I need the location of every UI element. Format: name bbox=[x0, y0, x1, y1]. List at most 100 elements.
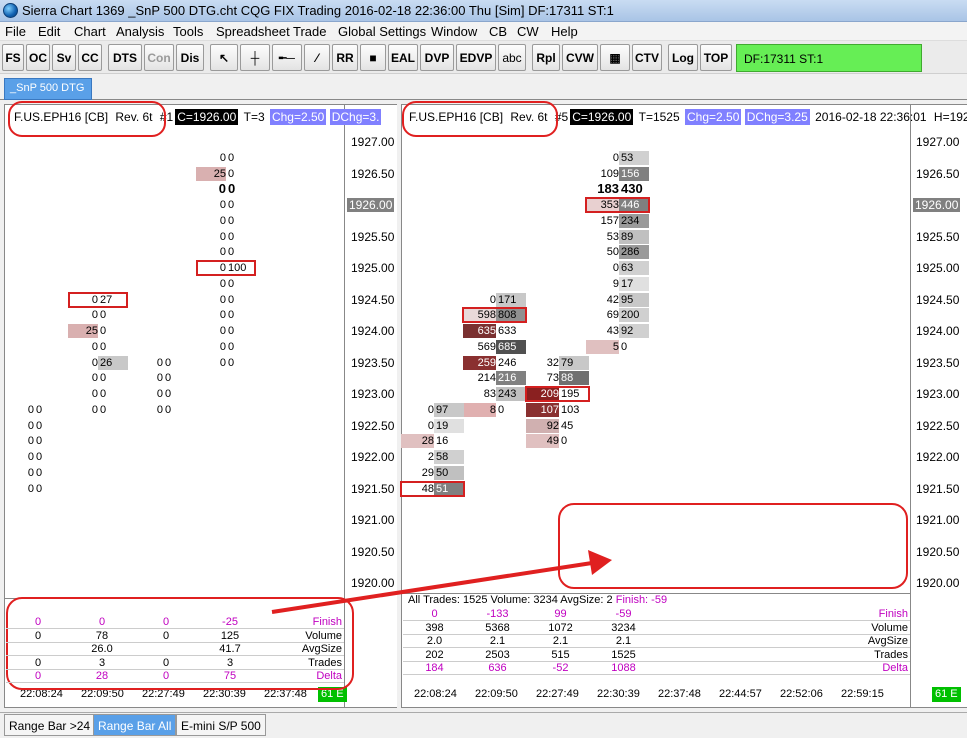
left-dchg: DChg=3. bbox=[329, 109, 382, 125]
bid-volume-cell: 0 bbox=[219, 309, 226, 322]
edvp-button[interactable]: EDVP bbox=[456, 44, 496, 71]
summary-value: 75 bbox=[223, 670, 237, 683]
ctv-button[interactable]: CTV bbox=[632, 44, 662, 71]
ask-volume-cell: 0 bbox=[36, 419, 43, 432]
menu-help[interactable]: Help bbox=[551, 24, 578, 39]
menu-file[interactable]: File bbox=[5, 24, 26, 39]
menu-global-settings[interactable]: Global Settings bbox=[338, 24, 426, 39]
menu-cb[interactable]: CB bbox=[489, 24, 507, 39]
ask-volume-cell: 0 bbox=[621, 340, 628, 353]
summary-value: 5368 bbox=[485, 621, 510, 634]
dis-button[interactable]: Dis bbox=[176, 44, 204, 71]
rr-button[interactable]: RR bbox=[332, 44, 358, 71]
ask-volume-cell: 0 bbox=[228, 277, 235, 290]
fs-button[interactable]: FS bbox=[2, 44, 24, 71]
price-tick-left: 1926.00 bbox=[347, 198, 395, 212]
tab-range-bar-24[interactable]: Range Bar >24 bbox=[4, 714, 96, 736]
left-trades: T=3 bbox=[243, 110, 265, 124]
connection-status: DF:17311 ST:1 bbox=[736, 44, 922, 72]
horizontal-line-tool-button[interactable]: ╾─ bbox=[272, 44, 302, 71]
sv-button[interactable]: Sv bbox=[52, 44, 76, 71]
price-tick-right: 1926.00 bbox=[913, 198, 961, 212]
oc-button[interactable]: OC bbox=[26, 44, 50, 71]
price-tick-left: 1925.50 bbox=[351, 229, 395, 244]
summary-row: 398 5368 1072 3234 Volume bbox=[403, 622, 910, 635]
ask-volume-cell: 0 bbox=[228, 356, 235, 369]
bid-volume-cell: 69 bbox=[606, 309, 619, 322]
price-tick-left: 1923.50 bbox=[351, 355, 395, 370]
ask-volume-cell: 0 bbox=[100, 309, 107, 322]
summary-value: 3 bbox=[98, 656, 106, 669]
menu-tools[interactable]: Tools bbox=[173, 24, 203, 39]
menu-analysis[interactable]: Analysis bbox=[116, 24, 164, 39]
summary-value: 2503 bbox=[485, 648, 510, 661]
bid-volume-cell: 157 bbox=[600, 214, 619, 227]
bid-volume-cell: 0 bbox=[91, 403, 98, 416]
con-button[interactable]: Con bbox=[144, 44, 174, 71]
time-label-right: 22:44:57 bbox=[719, 688, 762, 700]
line-tool-button[interactable]: ⁄ bbox=[304, 44, 330, 71]
bid-volume-cell: 0 bbox=[27, 419, 34, 432]
pointer-tool-button[interactable]: ↖ bbox=[210, 44, 238, 71]
ask-volume-cell: 0 bbox=[228, 199, 235, 211]
tab-range-bar-all[interactable]: Range Bar All bbox=[93, 714, 177, 736]
menu-trade[interactable]: Trade bbox=[293, 24, 326, 39]
ask-volume-cell: 286 bbox=[619, 245, 649, 260]
bid-volume-cell: 32 bbox=[546, 356, 559, 369]
ask-volume-cell: 0 bbox=[165, 403, 172, 416]
right-price-axis bbox=[911, 104, 967, 708]
ask-volume-cell: 0 bbox=[228, 293, 235, 306]
text-tool-button[interactable]: abc bbox=[498, 44, 526, 71]
volume-grid-button[interactable]: ▦ bbox=[600, 44, 630, 71]
price-tick-left: 1922.00 bbox=[351, 450, 395, 464]
ask-volume-cell: 0 bbox=[228, 309, 235, 322]
price-tick-right: 1924.00 bbox=[916, 324, 960, 338]
summary-value: -52 bbox=[552, 662, 569, 675]
eal-button[interactable]: EAL bbox=[388, 44, 418, 71]
time-label-right: 22:30:39 bbox=[597, 688, 640, 700]
menu-edit[interactable]: Edit bbox=[38, 24, 60, 39]
rectangle-tool-button[interactable]: ■ bbox=[360, 44, 386, 71]
ask-volume-cell: 0 bbox=[165, 388, 172, 400]
rpl-button[interactable]: Rpl bbox=[532, 44, 560, 71]
ask-volume-cell: 0 bbox=[100, 340, 107, 353]
tab-emini-sp500[interactable]: E-mini S/P 500 bbox=[176, 714, 266, 736]
menu-chart[interactable]: Chart bbox=[74, 24, 106, 39]
summary-value: 0 bbox=[34, 670, 42, 683]
log-button[interactable]: Log bbox=[668, 44, 698, 71]
menu-cw[interactable]: CW bbox=[517, 24, 539, 39]
summary-value: 0 bbox=[34, 656, 42, 669]
bid-volume-cell: 0 bbox=[219, 230, 226, 243]
menu-spreadsheet[interactable]: Spreadsheet bbox=[216, 24, 290, 39]
cc-button[interactable]: CC bbox=[78, 44, 102, 71]
ask-volume-cell: 63 bbox=[619, 261, 649, 275]
chartbook-tab[interactable]: _SnP 500 DTG bbox=[4, 78, 92, 100]
menu-window[interactable]: Window bbox=[431, 24, 477, 39]
bid-volume-cell: 0 bbox=[612, 151, 619, 164]
right-high: H=192 bbox=[933, 110, 967, 124]
price-tick-left: 1922.50 bbox=[351, 418, 395, 433]
crosshair-tool-button[interactable]: ┼ bbox=[240, 44, 270, 71]
price-tick-right: 1926.50 bbox=[916, 166, 960, 181]
ask-volume-cell: 0 bbox=[36, 403, 43, 416]
bid-volume-cell: 0 bbox=[489, 293, 496, 306]
bid-volume-cell: 214 bbox=[477, 372, 496, 385]
summary-value: 28 bbox=[95, 670, 109, 683]
bid-volume-cell: 49 bbox=[526, 434, 559, 449]
dts-button[interactable]: DTS bbox=[108, 44, 142, 71]
summary-value: 1525 bbox=[611, 648, 636, 661]
bid-volume-cell: 0 bbox=[27, 482, 34, 495]
bid-volume-cell: 0 bbox=[27, 403, 34, 416]
ask-volume-cell: 0 bbox=[36, 435, 43, 448]
cvw-button[interactable]: CVW bbox=[562, 44, 598, 71]
summary-label: AvgSize bbox=[867, 635, 908, 648]
highlight-box bbox=[196, 260, 256, 276]
summary-label: Finish bbox=[312, 616, 342, 628]
bid-volume-cell: 53 bbox=[606, 230, 619, 243]
price-tick-right: 1923.50 bbox=[916, 355, 960, 370]
top-button[interactable]: TOP bbox=[700, 44, 732, 71]
ask-volume-cell: 79 bbox=[559, 355, 589, 370]
dvp-button[interactable]: DVP bbox=[420, 44, 454, 71]
summary-label: Trades bbox=[874, 648, 908, 661]
bid-volume-cell: 0 bbox=[156, 372, 163, 385]
